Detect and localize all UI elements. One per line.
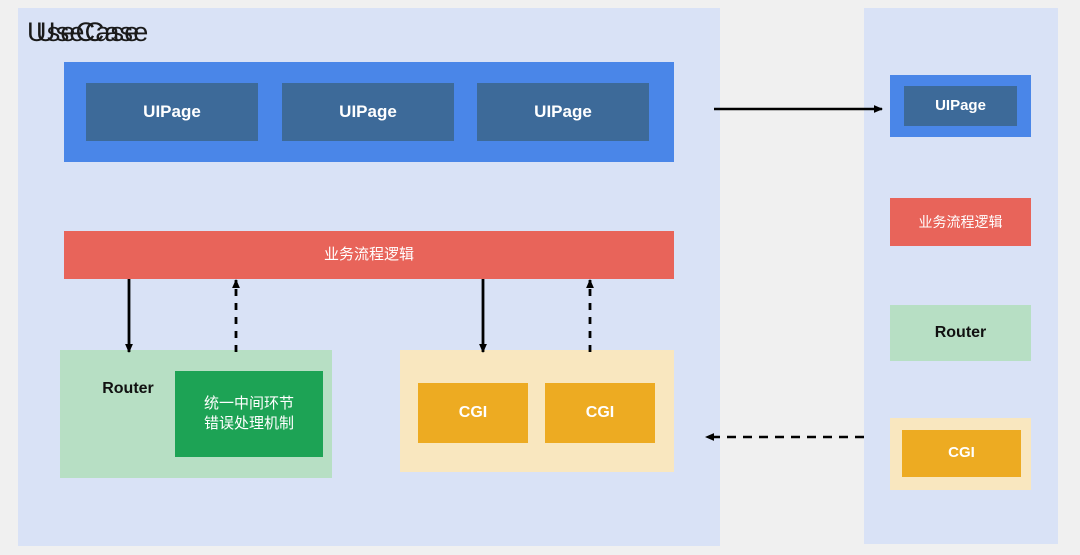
right-router-box[interactable]: Router [890,305,1031,361]
right-uipage[interactable]: UIPage [904,86,1017,126]
left-middleware-box[interactable]: 统一中间环节 错误处理机制 [175,371,323,457]
left-middleware-label: 统一中间环节 错误处理机制 [203,394,294,432]
left-router-label-box: Router [80,374,176,404]
left-business-logic-bar[interactable]: 业务流程逻辑 [64,231,674,279]
left-router-label: Router [102,380,154,398]
left-uipage-2[interactable]: UIPage [282,83,454,141]
left-uipage-1[interactable]: UIPage [86,83,258,141]
right-business-logic-box[interactable]: 业务流程逻辑 [890,198,1031,246]
left-uipage-3[interactable]: UIPage [477,83,649,141]
right-cgi-box[interactable]: CGI [902,430,1021,477]
right-panel-title: UseCase [36,17,149,47]
diagram-canvas: UseCase UIPage UIPage UIPage 业务流程逻辑 Rout… [0,0,1080,555]
left-cgi-2-label: CGI [585,404,615,422]
left-uipage-2-label: UIPage [339,101,397,121]
left-cgi-2[interactable]: CGI [545,383,655,443]
right-cgi-label: CGI [948,444,975,462]
left-uipage-3-label: UIPage [534,101,592,121]
right-router-label: Router [934,324,987,342]
left-uipage-1-label: UIPage [143,101,201,121]
left-business-logic-label: 业务流程逻辑 [323,245,414,263]
left-cgi-1[interactable]: CGI [418,383,528,443]
left-cgi-1-label: CGI [458,404,488,422]
right-uipage-label: UIPage [935,96,986,114]
right-business-logic-label: 业务流程逻辑 [918,213,1003,230]
